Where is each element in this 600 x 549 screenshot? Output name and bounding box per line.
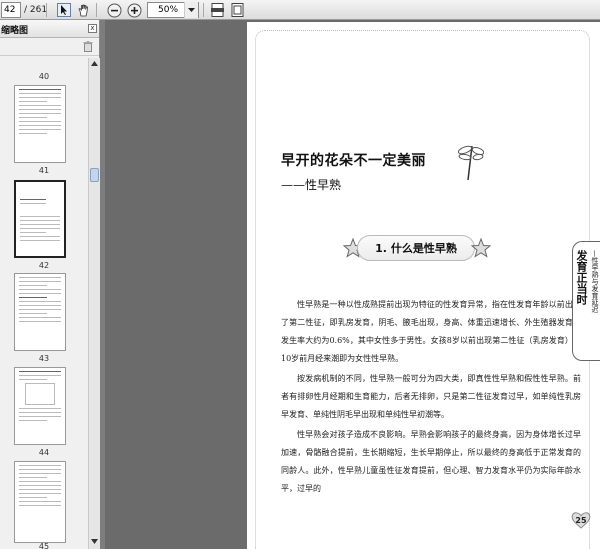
side-tab-subtitle: —性早熟与发育延迟 [591, 250, 599, 313]
thumbnail-label: 45 [38, 542, 50, 549]
toolbar-separator [96, 3, 97, 17]
sidebar-scrollbar[interactable] [88, 58, 100, 549]
thumbnail-label: 40 [38, 72, 50, 81]
page-number-input[interactable] [1, 2, 21, 18]
toolbar: / 261 50% [0, 0, 600, 20]
thumbnail-label: 42 [38, 261, 50, 270]
thumbnail-label: 41 [38, 166, 50, 175]
star-icon [471, 238, 491, 258]
chevron-down-icon[interactable] [184, 2, 198, 18]
dragonfly-icon [458, 145, 484, 181]
page-number: 25 [571, 511, 591, 529]
sidebar-splitter[interactable] [100, 20, 105, 549]
thumbnail-page-42[interactable] [14, 180, 66, 258]
hand-tool-icon[interactable] [76, 2, 92, 18]
chapter-title: 早开的花朵不一定美丽 [281, 153, 426, 169]
scrollbar-thumb[interactable] [90, 168, 99, 182]
toolbar-separator [46, 3, 47, 17]
fit-page-icon[interactable] [229, 2, 245, 18]
thumbnail-page-45[interactable] [14, 461, 66, 543]
sidebar-toolbar [0, 38, 99, 56]
zoom-out-icon[interactable] [106, 2, 122, 18]
side-tab-title: 发育正当时 [575, 250, 588, 305]
select-cursor-icon[interactable] [56, 2, 72, 18]
toolbar-separator [203, 3, 204, 17]
zoom-in-icon[interactable] [126, 2, 142, 18]
body-text: 性早熟是一种以性成熟提前出现为特征的性发育异常，指在性发育年龄以前出现了第二性征… [281, 296, 581, 500]
trash-icon[interactable] [83, 41, 93, 52]
page-number-value: 25 [575, 515, 587, 525]
section-title: 1. 什么是性早熟 [357, 235, 475, 261]
thumbnail-label: 43 [38, 354, 50, 363]
close-icon[interactable]: x [88, 24, 97, 33]
paragraph: 性早熟是一种以性成熟提前出现为特征的性发育异常，指在性发育年龄以前出现了第二性征… [281, 300, 581, 363]
paragraph: 按发病机制的不同，性早熟一般可分为四大类，即真性性早熟和假性性早熟。前者有排卵性… [281, 374, 581, 419]
thumbnail-list: 40 41 42 43 44 45 [0, 58, 88, 549]
thumbnail-sidebar: 缩略图 x 40 41 42 43 44 45 [0, 20, 100, 549]
fit-width-icon[interactable] [209, 2, 225, 18]
zoom-level-value: 50% [158, 5, 179, 15]
scroll-down-icon[interactable] [89, 536, 100, 547]
document-page: 早开的花朵不一定美丽 ——性早熟 1. 什么是性早熟 性早熟是一种以性成熟提前出… [247, 22, 600, 549]
sidebar-title: 缩略图 [1, 26, 29, 36]
thumbnail-page-41[interactable] [14, 85, 66, 163]
thumbnail-page-44[interactable] [14, 367, 66, 445]
chapter-side-tab: 发育正当时 —性早熟与发育延迟 [572, 241, 600, 361]
page-total-label: / 261 [24, 5, 48, 15]
sidebar-header: 缩略图 x [0, 20, 99, 38]
chapter-subtitle: ——性早熟 [281, 178, 342, 192]
thumbnail-page-43[interactable] [14, 273, 66, 351]
paragraph: 性早熟会对孩子造成不良影响。早熟会影响孩子的最终身高，因为身体增长过早加速，骨骼… [281, 430, 581, 493]
scroll-up-icon[interactable] [89, 58, 100, 69]
section-banner: 1. 什么是性早熟 [343, 235, 491, 261]
thumbnail-label: 44 [38, 448, 50, 457]
